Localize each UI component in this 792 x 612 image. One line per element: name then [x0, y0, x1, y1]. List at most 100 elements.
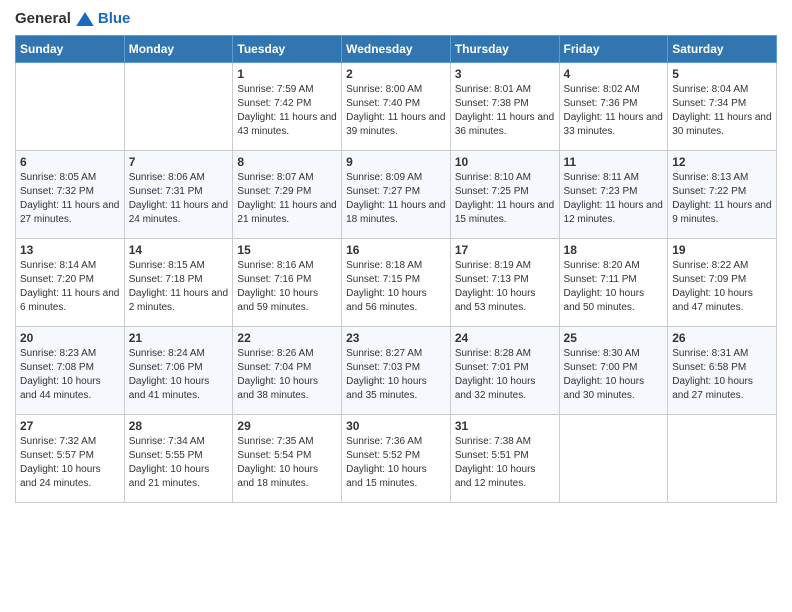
sunrise-text: Sunrise: 8:15 AM: [129, 259, 229, 273]
day-info: Sunrise: 8:28 AMSunset: 7:01 PMDaylight:…: [455, 347, 555, 403]
day-info: Sunrise: 7:36 AMSunset: 5:52 PMDaylight:…: [346, 435, 446, 491]
sunrise-text: Sunrise: 8:06 AM: [129, 171, 229, 185]
calendar-cell: [668, 415, 777, 503]
sunset-text: Sunset: 5:52 PM: [346, 449, 446, 463]
calendar-cell: [16, 63, 125, 151]
logo-text-blue: Blue: [98, 10, 131, 27]
logo: General Blue: [15, 10, 130, 27]
sunset-text: Sunset: 7:08 PM: [20, 361, 120, 375]
weekday-header-saturday: Saturday: [668, 36, 777, 63]
day-number: 11: [564, 155, 664, 169]
weekday-header-row: SundayMondayTuesdayWednesdayThursdayFrid…: [16, 36, 777, 63]
day-info: Sunrise: 8:10 AMSunset: 7:25 PMDaylight:…: [455, 171, 555, 227]
calendar-cell: 27 Sunrise: 7:32 AMSunset: 5:57 PMDayligh…: [16, 415, 125, 503]
weekday-header-sunday: Sunday: [16, 36, 125, 63]
day-number: 16: [346, 243, 446, 257]
sunset-text: Sunset: 7:23 PM: [564, 185, 664, 199]
header: General Blue: [15, 10, 777, 27]
daylight-text: Daylight: 11 hours and 9 minutes.: [672, 199, 772, 227]
logo-icon: [76, 12, 94, 26]
sunset-text: Sunset: 5:51 PM: [455, 449, 555, 463]
sunset-text: Sunset: 7:40 PM: [346, 97, 446, 111]
daylight-text: Daylight: 10 hours and 47 minutes.: [672, 287, 772, 315]
day-info: Sunrise: 8:04 AMSunset: 7:34 PMDaylight:…: [672, 83, 772, 139]
day-number: 12: [672, 155, 772, 169]
weekday-header-tuesday: Tuesday: [233, 36, 342, 63]
sunset-text: Sunset: 7:34 PM: [672, 97, 772, 111]
day-number: 19: [672, 243, 772, 257]
day-info: Sunrise: 8:16 AMSunset: 7:16 PMDaylight:…: [237, 259, 337, 315]
day-info: Sunrise: 8:20 AMSunset: 7:11 PMDaylight:…: [564, 259, 664, 315]
sunset-text: Sunset: 7:20 PM: [20, 273, 120, 287]
sunset-text: Sunset: 7:22 PM: [672, 185, 772, 199]
day-info: Sunrise: 8:14 AMSunset: 7:20 PMDaylight:…: [20, 259, 120, 315]
day-number: 2: [346, 67, 446, 81]
day-number: 27: [20, 419, 120, 433]
day-number: 26: [672, 331, 772, 345]
daylight-text: Daylight: 11 hours and 24 minutes.: [129, 199, 229, 227]
sunset-text: Sunset: 7:00 PM: [564, 361, 664, 375]
daylight-text: Daylight: 11 hours and 18 minutes.: [346, 199, 446, 227]
day-number: 6: [20, 155, 120, 169]
daylight-text: Daylight: 10 hours and 53 minutes.: [455, 287, 555, 315]
day-info: Sunrise: 8:26 AMSunset: 7:04 PMDaylight:…: [237, 347, 337, 403]
calendar-cell: 4Sunrise: 8:02 AMSunset: 7:36 PMDaylight…: [559, 63, 668, 151]
day-info: Sunrise: 7:32 AMSunset: 5:57 PMDaylight:…: [20, 435, 120, 491]
sunrise-text: Sunrise: 8:13 AM: [672, 171, 772, 185]
day-info: Sunrise: 8:06 AMSunset: 7:31 PMDaylight:…: [129, 171, 229, 227]
daylight-text: Daylight: 11 hours and 15 minutes.: [455, 199, 555, 227]
day-info: Sunrise: 7:34 AMSunset: 5:55 PMDaylight:…: [129, 435, 229, 491]
day-info: Sunrise: 8:02 AMSunset: 7:36 PMDaylight:…: [564, 83, 664, 139]
daylight-text: Daylight: 11 hours and 36 minutes.: [455, 111, 555, 139]
daylight-text: Daylight: 11 hours and 39 minutes.: [346, 111, 446, 139]
daylight-text: Daylight: 11 hours and 33 minutes.: [564, 111, 664, 139]
sunset-text: Sunset: 5:54 PM: [237, 449, 337, 463]
calendar-cell: 13Sunrise: 8:14 AMSunset: 7:20 PMDayligh…: [16, 239, 125, 327]
daylight-text: Daylight: 11 hours and 6 minutes.: [20, 287, 120, 315]
sunset-text: Sunset: 7:06 PM: [129, 361, 229, 375]
sunset-text: Sunset: 7:36 PM: [564, 97, 664, 111]
calendar-cell: 31Sunrise: 7:38 AMSunset: 5:51 PMDayligh…: [450, 415, 559, 503]
sunrise-text: Sunrise: 7:34 AM: [129, 435, 229, 449]
day-info: Sunrise: 8:18 AMSunset: 7:15 PMDaylight:…: [346, 259, 446, 315]
calendar-page: General Blue SundayMondayTuesdayWednesda…: [0, 0, 792, 612]
day-number: 9: [346, 155, 446, 169]
sunset-text: Sunset: 5:57 PM: [20, 449, 120, 463]
sunset-text: Sunset: 7:38 PM: [455, 97, 555, 111]
sunset-text: Sunset: 7:27 PM: [346, 185, 446, 199]
daylight-text: Daylight: 10 hours and 27 minutes.: [672, 375, 772, 403]
sunrise-text: Sunrise: 8:18 AM: [346, 259, 446, 273]
daylight-text: Daylight: 11 hours and 30 minutes.: [672, 111, 772, 139]
sunrise-text: Sunrise: 7:35 AM: [237, 435, 337, 449]
day-info: Sunrise: 8:01 AMSunset: 7:38 PMDaylight:…: [455, 83, 555, 139]
calendar-cell: 3 Sunrise: 8:01 AMSunset: 7:38 PMDaylight…: [450, 63, 559, 151]
sunrise-text: Sunrise: 8:28 AM: [455, 347, 555, 361]
daylight-text: Daylight: 10 hours and 15 minutes.: [346, 463, 446, 491]
daylight-text: Daylight: 11 hours and 21 minutes.: [237, 199, 337, 227]
day-number: 10: [455, 155, 555, 169]
sunrise-text: Sunrise: 8:20 AM: [564, 259, 664, 273]
day-number: 3: [455, 67, 555, 81]
sunrise-text: Sunrise: 8:24 AM: [129, 347, 229, 361]
daylight-text: Daylight: 10 hours and 30 minutes.: [564, 375, 664, 403]
daylight-text: Daylight: 10 hours and 21 minutes.: [129, 463, 229, 491]
calendar-cell: 15Sunrise: 8:16 AMSunset: 7:16 PMDayligh…: [233, 239, 342, 327]
daylight-text: Daylight: 10 hours and 50 minutes.: [564, 287, 664, 315]
calendar-cell: 24 Sunrise: 8:28 AMSunset: 7:01 PMDayligh…: [450, 327, 559, 415]
day-info: Sunrise: 8:13 AMSunset: 7:22 PMDaylight:…: [672, 171, 772, 227]
sunrise-text: Sunrise: 8:30 AM: [564, 347, 664, 361]
day-number: 28: [129, 419, 229, 433]
day-info: Sunrise: 8:30 AMSunset: 7:00 PMDaylight:…: [564, 347, 664, 403]
day-number: 24: [455, 331, 555, 345]
day-number: 23: [346, 331, 446, 345]
day-info: Sunrise: 8:24 AMSunset: 7:06 PMDaylight:…: [129, 347, 229, 403]
daylight-text: Daylight: 10 hours and 56 minutes.: [346, 287, 446, 315]
day-info: Sunrise: 8:31 AMSunset: 6:58 PMDaylight:…: [672, 347, 772, 403]
calendar-cell: 1Sunrise: 7:59 AMSunset: 7:42 PMDaylight…: [233, 63, 342, 151]
weekday-header-thursday: Thursday: [450, 36, 559, 63]
logo-text-general: General: [15, 10, 71, 27]
day-info: Sunrise: 8:05 AMSunset: 7:32 PMDaylight:…: [20, 171, 120, 227]
calendar-week-5: 27 Sunrise: 7:32 AMSunset: 5:57 PMDayligh…: [16, 415, 777, 503]
sunset-text: Sunset: 7:13 PM: [455, 273, 555, 287]
sunrise-text: Sunrise: 8:27 AM: [346, 347, 446, 361]
